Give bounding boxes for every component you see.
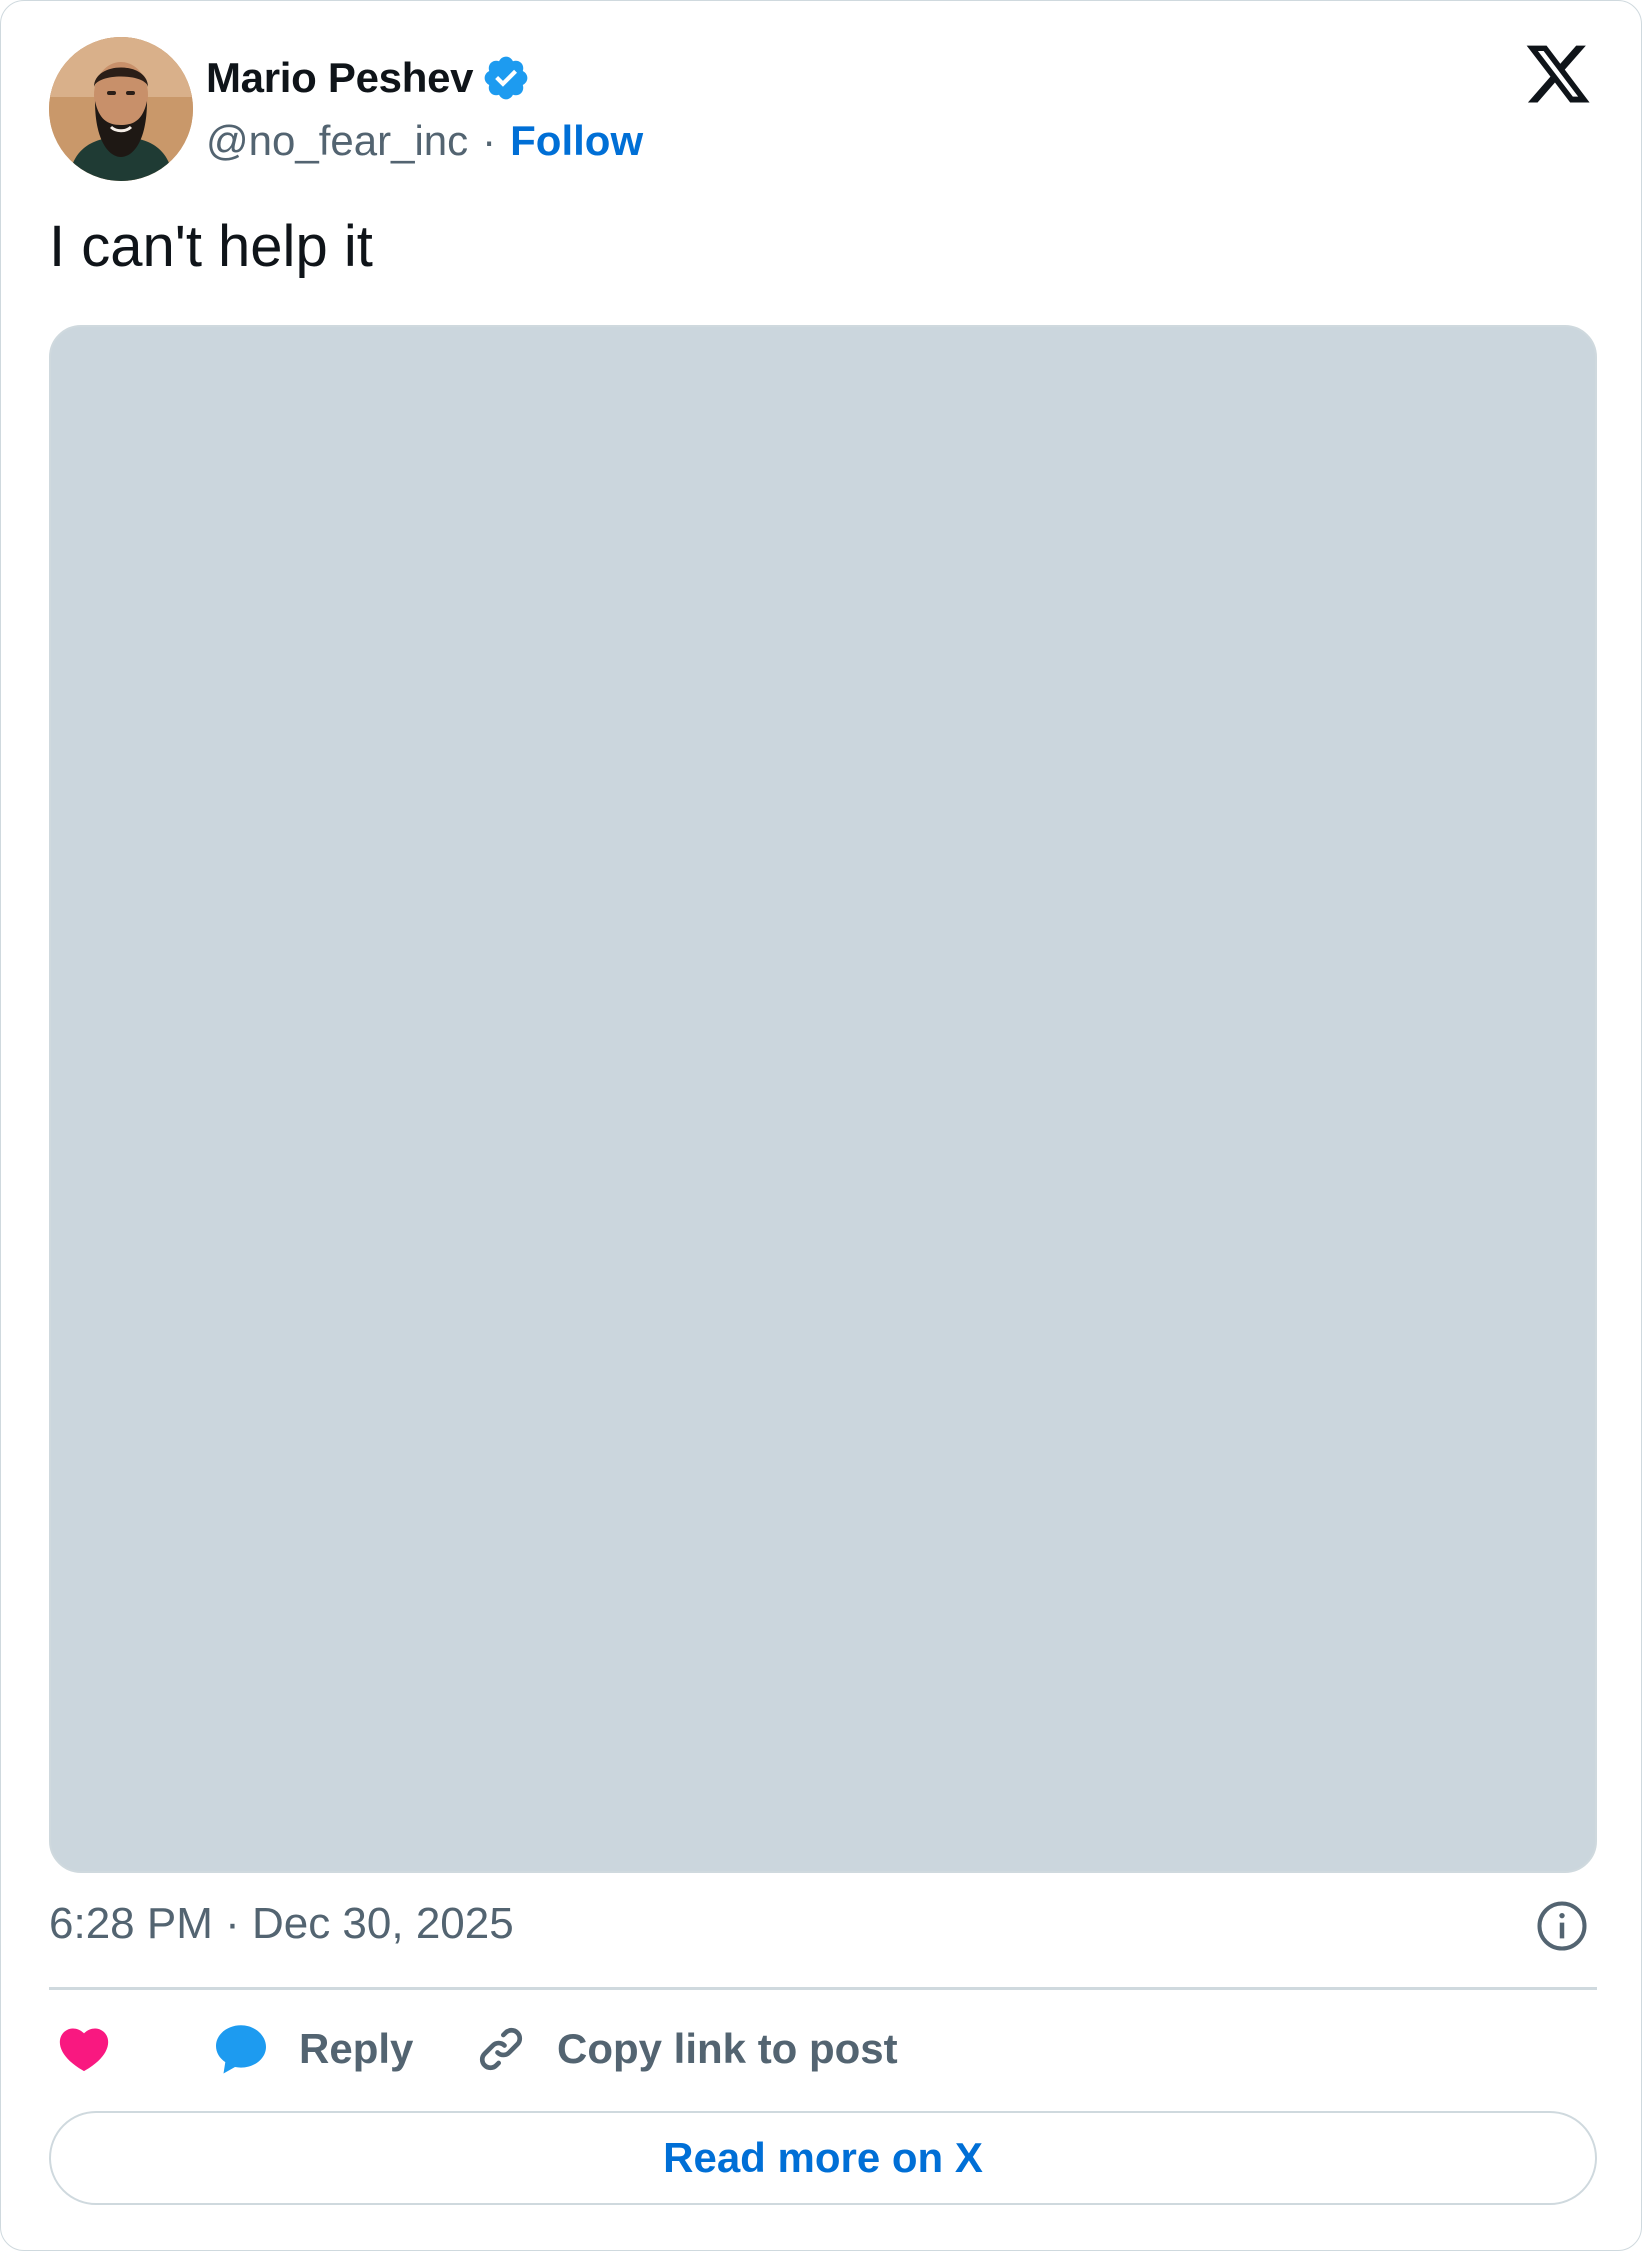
read-more-button[interactable]: Read more on X bbox=[49, 2111, 1597, 2205]
author-handle-row: @no_fear_inc · Follow bbox=[206, 111, 643, 171]
author-handle[interactable]: @no_fear_inc bbox=[206, 117, 468, 165]
reply-button[interactable]: Reply bbox=[211, 2017, 413, 2081]
avatar-image bbox=[49, 37, 193, 181]
divider bbox=[49, 1987, 1597, 1990]
info-icon[interactable] bbox=[1535, 1899, 1589, 1953]
reply-bubble-icon bbox=[211, 2019, 271, 2079]
post-text: I can't help it bbox=[49, 214, 373, 279]
author-name-row: Mario Peshev bbox=[206, 43, 531, 113]
author-name[interactable]: Mario Peshev bbox=[206, 54, 473, 102]
x-logo-icon[interactable] bbox=[1523, 39, 1593, 109]
embedded-post-card: Mario Peshev @no_fear_inc · Follow I can… bbox=[0, 0, 1642, 2251]
post-timestamp[interactable]: 6:28 PM · Dec 30, 2025 bbox=[49, 1899, 514, 1949]
verified-badge-icon bbox=[481, 53, 531, 103]
like-button[interactable] bbox=[55, 2017, 113, 2081]
copy-link-button[interactable]: Copy link to post bbox=[473, 2017, 898, 2081]
follow-button[interactable]: Follow bbox=[510, 117, 643, 165]
link-icon bbox=[473, 2021, 529, 2077]
copy-link-label: Copy link to post bbox=[557, 2025, 898, 2072]
heart-icon bbox=[55, 2020, 113, 2078]
post-media[interactable] bbox=[49, 325, 1597, 1873]
separator: · bbox=[482, 117, 497, 164]
avatar[interactable] bbox=[49, 37, 193, 181]
reply-label: Reply bbox=[299, 2025, 414, 2072]
